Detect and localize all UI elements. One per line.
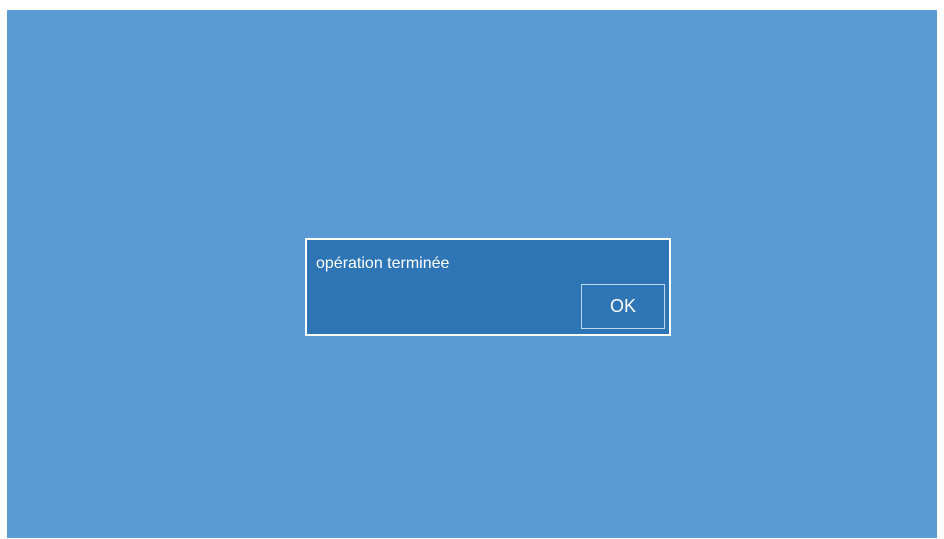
- ok-button-label: OK: [609, 296, 636, 316]
- screen-background: opération terminée OK: [7, 10, 937, 538]
- message-dialog: opération terminée OK: [305, 238, 671, 336]
- dialog-message: opération terminée: [316, 255, 450, 272]
- ok-button[interactable]: OK: [581, 284, 665, 329]
